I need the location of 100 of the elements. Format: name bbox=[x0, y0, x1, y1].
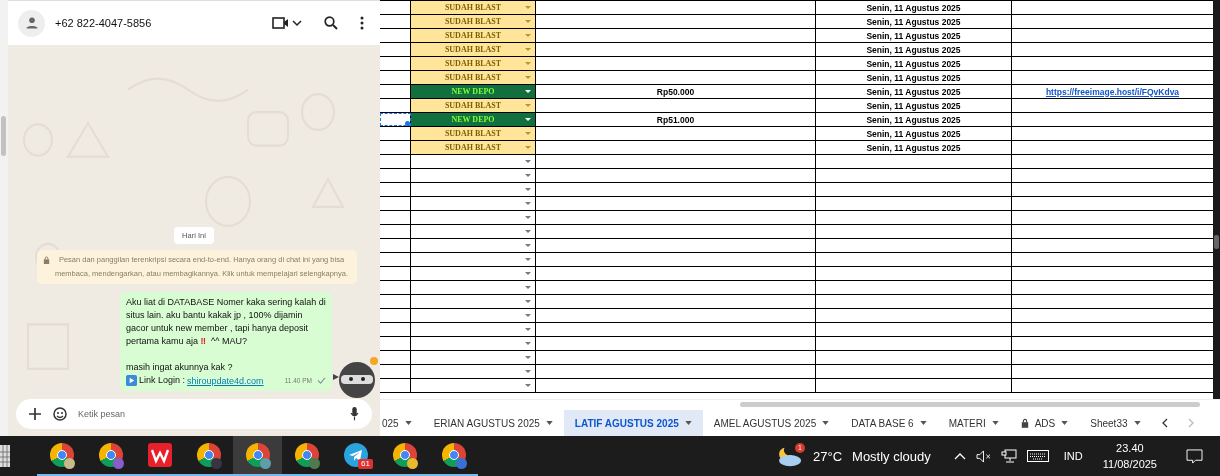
dropdown-arrow-icon bbox=[525, 62, 531, 65]
sheet-tab[interactable]: LATIF AGUSTUS 2025 bbox=[563, 410, 703, 436]
date-text: Senin, 11 Agustus 2025 bbox=[866, 58, 961, 69]
status-dropdown[interactable]: NEW DEPO bbox=[411, 113, 536, 126]
status-dropdown[interactable]: SUDAH BLAST bbox=[411, 57, 536, 70]
dropdown-arrow-icon bbox=[525, 272, 531, 275]
status-dropdown[interactable]: SUDAH BLAST bbox=[411, 1, 536, 14]
dropdown-arrow-icon bbox=[525, 328, 531, 331]
caret-icon bbox=[822, 421, 830, 425]
scrollbar-thumb[interactable] bbox=[1, 116, 6, 156]
video-camera-icon bbox=[272, 16, 302, 30]
amount-text: Rp51.000 bbox=[656, 114, 695, 125]
sticker-button[interactable] bbox=[50, 407, 70, 421]
dropdown-arrow-icon bbox=[525, 6, 531, 9]
date-text: Senin, 11 Agustus 2025 bbox=[866, 114, 961, 125]
browser-icon bbox=[392, 443, 417, 467]
date-text: Senin, 11 Agustus 2025 bbox=[866, 30, 961, 41]
dropdown-arrow-icon bbox=[525, 118, 531, 121]
dropdown-arrow-icon bbox=[525, 104, 531, 107]
dropdown-arrow-icon bbox=[525, 216, 531, 219]
dropdown-arrow-icon bbox=[525, 146, 531, 149]
dropdown-arrow-icon bbox=[525, 384, 531, 387]
avatar-icon[interactable] bbox=[18, 9, 45, 37]
dropdown-arrow-icon bbox=[525, 356, 531, 359]
play-icon bbox=[126, 375, 137, 386]
dropdown-arrow-icon bbox=[525, 160, 531, 163]
date-text: Senin, 11 Agustus 2025 bbox=[866, 86, 961, 97]
scrollbar-thumb[interactable] bbox=[1214, 235, 1219, 249]
keyboard-icon bbox=[1026, 450, 1049, 462]
muted-speaker-icon bbox=[975, 449, 991, 463]
lock-icon bbox=[1020, 418, 1029, 428]
caret-icon bbox=[1133, 421, 1141, 425]
dropdown-arrow-icon bbox=[525, 258, 531, 261]
smiley-icon bbox=[53, 407, 67, 421]
office-app-icon bbox=[147, 443, 172, 467]
status-dropdown[interactable]: NEW DEPO bbox=[411, 85, 536, 98]
language-indicator[interactable]: IND bbox=[1063, 450, 1083, 462]
dropdown-arrow-icon bbox=[525, 20, 531, 23]
status-dropdown[interactable]: SUDAH BLAST bbox=[411, 29, 536, 42]
dropdown-arrow-icon bbox=[525, 188, 531, 191]
dropdown-arrow-icon bbox=[525, 370, 531, 373]
message-field[interactable]: Ketik pesan bbox=[16, 399, 372, 429]
microphone-icon bbox=[350, 407, 359, 421]
status-dropdown[interactable]: SUDAH BLAST bbox=[411, 127, 536, 140]
dropdown-arrow-icon bbox=[525, 48, 531, 51]
paper-plane-icon bbox=[343, 443, 368, 467]
chevron-up-icon bbox=[953, 452, 966, 460]
clock-time[interactable]: 23.40 bbox=[1116, 440, 1144, 456]
speech-bubble-icon bbox=[1186, 448, 1203, 464]
weather-text[interactable]: Mostly cloudy bbox=[852, 448, 931, 464]
dropdown-arrow-icon bbox=[525, 90, 531, 93]
clock-date[interactable]: 11/08/2025 bbox=[1102, 456, 1157, 472]
browser-icon bbox=[49, 443, 74, 467]
dropdown-arrow-icon bbox=[525, 34, 531, 37]
add-button[interactable] bbox=[26, 408, 44, 420]
caret-icon bbox=[545, 421, 553, 425]
network-icon bbox=[1000, 449, 1017, 463]
status-dropdown[interactable]: SUDAH BLAST bbox=[411, 43, 536, 56]
date-text: Senin, 11 Agustus 2025 bbox=[866, 142, 961, 153]
ninja-avatar-icon[interactable] bbox=[331, 356, 379, 400]
date-text: Senin, 11 Agustus 2025 bbox=[866, 44, 961, 55]
date-text: Senin, 11 Agustus 2025 bbox=[866, 100, 961, 111]
menu-icon bbox=[360, 16, 364, 30]
caret-icon bbox=[404, 421, 412, 425]
dropdown-arrow-icon bbox=[525, 202, 531, 205]
caret-icon bbox=[991, 421, 999, 425]
lock-icon bbox=[43, 256, 50, 264]
chevron-right-icon bbox=[1187, 418, 1194, 428]
link[interactable]: https://freeimage.host/i/FQvKdva bbox=[1045, 86, 1180, 97]
caret-icon bbox=[1061, 421, 1069, 425]
dropdown-arrow-icon bbox=[525, 300, 531, 303]
dropdown-arrow-icon bbox=[525, 314, 531, 317]
link[interactable]: shiroupdate4d.com bbox=[187, 375, 264, 386]
taskbar-app-button[interactable] bbox=[233, 436, 282, 476]
microphone-button[interactable] bbox=[347, 407, 362, 421]
amount-text: Rp50.000 bbox=[656, 86, 695, 97]
grid-cell[interactable] bbox=[380, 113, 411, 126]
status-dropdown[interactable]: SUDAH BLAST bbox=[411, 99, 536, 112]
caret-icon bbox=[919, 421, 927, 425]
scrollbar-thumb[interactable] bbox=[740, 402, 1200, 408]
dropdown-arrow-icon bbox=[525, 76, 531, 79]
status-dropdown[interactable]: SUDAH BLAST bbox=[411, 71, 536, 84]
browser-icon bbox=[441, 443, 466, 467]
contact-name[interactable]: +62 822-4047-5856 bbox=[55, 17, 256, 29]
caret-icon bbox=[684, 421, 692, 425]
browser-icon bbox=[294, 443, 319, 467]
chevron-left-icon bbox=[1161, 418, 1168, 428]
message-text: Link Login : bbox=[139, 374, 186, 387]
status-dropdown[interactable]: SUDAH BLAST bbox=[411, 15, 536, 28]
taskbar-app-button[interactable]: 61 bbox=[331, 436, 380, 476]
dropdown-arrow-icon bbox=[525, 230, 531, 233]
message-input[interactable]: Ketik pesan bbox=[76, 408, 341, 420]
status-dropdown[interactable]: SUDAH BLAST bbox=[411, 141, 536, 154]
temperature-text[interactable]: 27°C bbox=[813, 448, 843, 464]
dropdown-arrow-icon bbox=[525, 342, 531, 345]
browser-icon bbox=[98, 443, 123, 467]
search-icon bbox=[324, 16, 338, 30]
dropdown-arrow-icon bbox=[525, 244, 531, 247]
date-text: Senin, 11 Agustus 2025 bbox=[866, 72, 961, 83]
date-text: Senin, 11 Agustus 2025 bbox=[866, 2, 961, 13]
